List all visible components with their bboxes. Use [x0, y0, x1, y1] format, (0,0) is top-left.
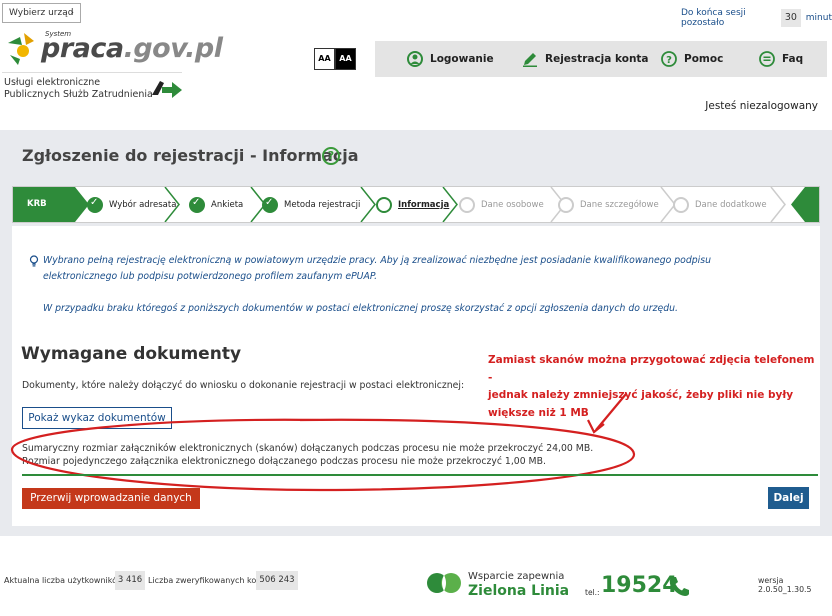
- users-count-value: 3 416: [115, 571, 145, 590]
- step-recipient[interactable]: Wybór adresata: [87, 187, 176, 222]
- phone-icon: [669, 577, 689, 596]
- contrast-switcher: AA AA: [314, 48, 356, 70]
- users-count-label: Aktualna liczba użytkowników:: [4, 576, 126, 585]
- nav-login-label: Logowanie: [430, 53, 494, 65]
- lightbulb-icon: [29, 255, 39, 267]
- size-single-note: Rozmiar pojedynczego załącznika elektron…: [22, 456, 546, 467]
- green-line-logo-icon: [427, 573, 461, 593]
- nav-register-label: Rejestracja konta: [545, 53, 649, 65]
- annotation-line-1: Zamiast skanów można przygotować zdjęcia…: [488, 354, 815, 384]
- check-icon: [87, 196, 103, 213]
- pencil-icon: [523, 53, 537, 67]
- step-detailed-data: Dane szczegółowe: [558, 187, 659, 222]
- step-survey[interactable]: Ankieta: [189, 187, 243, 222]
- size-total-note: Sumaryczny rozmiar załączników elektroni…: [22, 443, 594, 454]
- choose-office-label: Wybierz urząd: [9, 8, 74, 18]
- contrast-high-button[interactable]: AA: [335, 48, 356, 70]
- annotation-line-3: większe niż 1 MB: [488, 406, 589, 419]
- step-additional-data: Dane dodatkowe: [673, 187, 767, 222]
- step-label: Metoda rejestracji: [284, 199, 361, 210]
- circle-icon: [673, 196, 689, 213]
- step-label: Dane osobowe: [481, 199, 544, 210]
- nav-faq[interactable]: Faq: [759, 41, 803, 77]
- step-label: Dane dodatkowe: [695, 199, 767, 210]
- logo-brand: praca: [41, 33, 124, 64]
- help-icon[interactable]: ?: [322, 147, 340, 165]
- step-label: Dane szczegółowe: [580, 199, 659, 210]
- logo-divider: [2, 72, 182, 73]
- support-label: Wsparcie zapewnia: [468, 571, 565, 582]
- support-name: Zielona Linia: [468, 583, 570, 599]
- step-label: Wybór adresata: [109, 199, 177, 210]
- session-unit: minut: [805, 13, 832, 23]
- documents-title: Wymagane dokumenty: [21, 344, 242, 364]
- info-line-1: Wybrano pełną rejestrację elektroniczną …: [43, 255, 711, 266]
- next-button[interactable]: Dalej: [768, 487, 809, 509]
- svg-text:?: ?: [666, 55, 672, 66]
- nav-help-label: Pomoc: [684, 53, 724, 65]
- step-label: Informacja: [398, 199, 450, 210]
- logo-domain: .gov.pl: [123, 33, 223, 64]
- info-line-3: W przypadku braku któregoś z poniższych …: [43, 303, 678, 314]
- site-logo[interactable]: praca.gov.pl: [41, 33, 223, 64]
- circle-icon: [459, 196, 475, 213]
- chat-icon: [759, 51, 775, 67]
- services-arrow-icon: [152, 81, 182, 98]
- annotation-line-2: jednak należy zmniejszyć jakość, żeby pl…: [488, 389, 794, 401]
- circle-icon: [376, 196, 392, 213]
- actions-divider: [22, 474, 818, 476]
- nav-login[interactable]: Logowanie: [407, 41, 494, 77]
- info-line-2: elektronicznego lub podpisu potwierdzone…: [43, 271, 378, 282]
- main-nav: Logowanie Rejestracja konta ? Pomoc Faq: [375, 41, 827, 77]
- user-icon: [407, 51, 423, 67]
- tel-number[interactable]: 19524: [601, 573, 678, 598]
- step-method[interactable]: Metoda rejestracji: [262, 187, 360, 222]
- documents-description: Dokumenty, które należy dołączyć do wnio…: [22, 380, 465, 391]
- subtitle-line-2: Publicznych Służb Zatrudnienia: [4, 89, 153, 100]
- nav-help[interactable]: ? Pomoc: [661, 41, 723, 77]
- app-version: wersja 2.0.50_1.30.5: [758, 576, 812, 594]
- question-icon: ?: [661, 51, 677, 67]
- show-documents-button[interactable]: Pokaż wykaz dokumentów: [22, 407, 172, 429]
- subtitle-line-1: Usługi elektroniczne: [4, 77, 101, 88]
- choose-office-button[interactable]: Wybierz urząd ›: [2, 3, 81, 23]
- page-title: Zgłoszenie do rejestracji - Informacja: [22, 146, 359, 165]
- session-minutes: 30: [781, 9, 801, 27]
- step-information[interactable]: Informacja: [376, 187, 449, 222]
- session-timer: Do końca sesji pozostało 30 minut: [681, 8, 832, 28]
- site-subtitle: Usługi elektroniczne Publicznych Służb Z…: [4, 77, 153, 101]
- verified-count-label: Liczba zweryfikowanych kont:: [148, 576, 268, 585]
- session-label: Do końca sesji pozostało: [681, 8, 746, 28]
- check-icon: [189, 196, 205, 213]
- praca-logo-icon[interactable]: [6, 31, 40, 65]
- red-annotation: Zamiast skanów można przygotować zdjęcia…: [488, 352, 818, 422]
- login-status: Jesteś niezalogowany: [705, 100, 818, 112]
- tel-label: tel.:: [585, 588, 600, 597]
- check-icon: [262, 196, 278, 213]
- chevron-right-icon: ›: [70, 8, 74, 18]
- stop-input-button[interactable]: Przerwij wprowadzanie danych: [22, 488, 200, 509]
- circle-icon: [558, 196, 574, 213]
- nav-faq-label: Faq: [782, 53, 804, 65]
- registration-stepper: KRB Wybór adresata Ankieta Metoda rejest…: [12, 186, 820, 223]
- nav-register[interactable]: Rejestracja konta: [522, 41, 649, 77]
- verified-count-value: 506 243: [256, 571, 298, 590]
- stepper-krb: KRB: [13, 187, 75, 222]
- step-personal-data: Dane osobowe: [459, 187, 544, 222]
- step-label: Ankieta: [211, 199, 244, 210]
- contrast-normal-button[interactable]: AA: [314, 48, 335, 70]
